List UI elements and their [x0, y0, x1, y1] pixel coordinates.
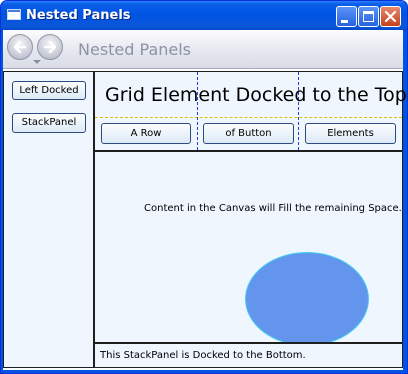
- history-dropdown-icon[interactable]: [33, 60, 41, 64]
- dock-panel: Left Docked StackPanel Grid Element Dock…: [3, 71, 408, 368]
- left-docked-stackpanel: Left Docked StackPanel: [4, 72, 95, 367]
- grid-title: Grid Element Docked to the Top.: [105, 84, 408, 106]
- elements-button[interactable]: Elements: [305, 123, 396, 144]
- stackpanel-button[interactable]: StackPanel: [12, 113, 86, 133]
- fill-canvas: Content in the Canvas will Fill the rema…: [95, 152, 402, 342]
- top-docked-grid: Grid Element Docked to the Top. A Row of…: [95, 72, 408, 152]
- back-button[interactable]: [7, 34, 33, 60]
- window-icon: [7, 9, 21, 20]
- grid-row-line: [95, 117, 402, 118]
- close-button[interactable]: [380, 6, 401, 27]
- maximize-button[interactable]: [358, 6, 379, 27]
- canvas-text: Content in the Canvas will Fill the rema…: [144, 203, 402, 214]
- back-arrow-icon: [13, 40, 27, 54]
- navigation-title: Nested Panels: [78, 40, 192, 59]
- bottom-panel-text: This StackPanel is Docked to the Bottom.: [100, 350, 306, 361]
- blue-ellipse: [245, 252, 369, 342]
- title-bar[interactable]: Nested Panels: [1, 1, 407, 31]
- navigation-bar: Nested Panels: [3, 30, 403, 69]
- forward-button[interactable]: [37, 34, 63, 60]
- a-row-button[interactable]: A Row: [101, 123, 191, 144]
- of-button-button[interactable]: of Button: [203, 123, 294, 144]
- left-docked-button[interactable]: Left Docked: [12, 81, 86, 100]
- forward-arrow-icon: [43, 40, 57, 54]
- window-title: Nested Panels: [26, 8, 131, 23]
- close-icon: [384, 10, 397, 23]
- minimize-button[interactable]: [336, 6, 357, 27]
- bottom-docked-stackpanel: This StackPanel is Docked to the Bottom.: [95, 342, 402, 367]
